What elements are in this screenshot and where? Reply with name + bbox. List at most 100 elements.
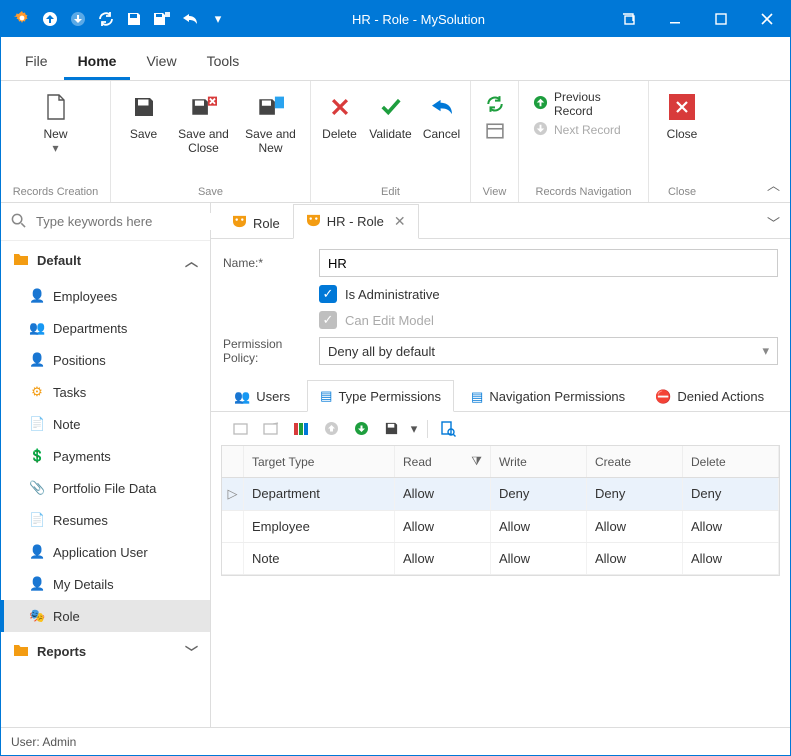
row-handle[interactable]: ▷ <box>222 478 244 510</box>
view-grid-button[interactable] <box>486 122 504 143</box>
save-new-button[interactable]: Save and New <box>234 85 308 155</box>
tb-new <box>227 416 255 442</box>
cell-create[interactable]: Deny <box>587 478 683 510</box>
save-button[interactable]: Save <box>114 85 174 141</box>
name-label: Name:* <box>223 256 319 270</box>
tb-save-drop[interactable]: ▾ <box>407 416 421 442</box>
maximize-button[interactable] <box>698 1 744 37</box>
close-icon[interactable]: ✕ <box>394 213 406 230</box>
table-row[interactable]: ▷ Department Allow Deny Deny Deny <box>222 478 779 511</box>
restore-down-icon[interactable] <box>606 1 652 37</box>
cell-delete[interactable]: Allow <box>683 543 779 574</box>
cell-delete[interactable]: Deny <box>683 478 779 510</box>
folder-icon <box>13 643 29 660</box>
nav-item-label: Departments <box>53 321 127 336</box>
row-handle[interactable] <box>222 543 244 574</box>
cell-delete[interactable]: Allow <box>683 511 779 542</box>
search-input[interactable] <box>34 213 214 230</box>
cell-write[interactable]: Deny <box>491 478 587 510</box>
nav-item-label: Payments <box>53 449 111 464</box>
sidebar-item-employees[interactable]: 👤Employees <box>1 280 210 312</box>
menu-view[interactable]: View <box>132 43 190 80</box>
tb-open <box>257 416 285 442</box>
cell-create[interactable]: Allow <box>587 511 683 542</box>
sidebar-item-portfolio-file-data[interactable]: 📎Portfolio File Data <box>1 472 210 504</box>
sidebar-item-positions[interactable]: 👤Positions <box>1 344 210 376</box>
group-view: View <box>483 182 507 200</box>
save-close-icon[interactable] <box>149 6 175 32</box>
mask-icon <box>306 214 321 230</box>
tb-colors[interactable] <box>287 416 315 442</box>
tb-save[interactable] <box>377 416 405 442</box>
can-edit-label: Can Edit Model <box>345 313 434 328</box>
subtab-nav[interactable]: ▤Navigation Permissions <box>458 380 638 412</box>
down-icon[interactable] <box>65 6 91 32</box>
sidebar-item-note[interactable]: 📄Note <box>1 408 210 440</box>
close-record-button[interactable]: Close <box>652 85 712 141</box>
col-write[interactable]: Write <box>491 446 587 477</box>
ribbon-collapse[interactable]: ︿ <box>767 175 780 194</box>
gear-icon[interactable] <box>9 6 35 32</box>
folder-icon <box>13 252 29 269</box>
cell-create[interactable]: Allow <box>587 543 683 574</box>
col-create[interactable]: Create <box>587 446 683 477</box>
tb-down[interactable] <box>347 416 375 442</box>
cell-write[interactable]: Allow <box>491 511 587 542</box>
sidebar-item-departments[interactable]: 👥 Departments <box>1 312 210 344</box>
close-button[interactable] <box>744 1 790 37</box>
tabs-overflow[interactable]: ﹀ <box>757 207 790 238</box>
cancel-button[interactable]: Cancel <box>417 85 467 141</box>
save-close-button[interactable]: Save and Close <box>174 85 234 155</box>
refresh-button[interactable] <box>486 95 504 116</box>
tb-preview[interactable] <box>434 416 462 442</box>
policy-select[interactable]: Deny all by default ▾ <box>319 337 778 365</box>
up-icon[interactable] <box>37 6 63 32</box>
nav-section-default[interactable]: Default ︿ <box>1 241 210 280</box>
sidebar-item-role[interactable]: 🎭Role <box>1 600 210 632</box>
subtab-denied[interactable]: ⛔Denied Actions <box>642 380 777 412</box>
cancel-label: Cancel <box>423 127 460 141</box>
sidebar-item-payments[interactable]: 💲Payments <box>1 440 210 472</box>
menu-home[interactable]: Home <box>64 43 131 80</box>
save-icon[interactable] <box>121 6 147 32</box>
tab-hr-role[interactable]: HR - Role ✕ <box>293 204 419 239</box>
col-delete[interactable]: Delete <box>683 446 779 477</box>
nav-item-icon: 👤 <box>29 576 45 592</box>
next-record-button: Next Record <box>525 117 642 143</box>
nav-search[interactable] <box>1 203 210 241</box>
qat-overflow[interactable]: ▾ <box>205 6 231 32</box>
cell-write[interactable]: Allow <box>491 543 587 574</box>
document-tabs: Role HR - Role ✕ ﹀ <box>211 203 790 239</box>
subtab-users[interactable]: 👥Users <box>221 380 303 412</box>
table-row[interactable]: Note Allow Allow Allow Allow <box>222 543 779 575</box>
cell-read[interactable]: Allow <box>395 511 491 542</box>
is-admin-checkbox[interactable]: ✓ <box>319 285 337 303</box>
refresh-icon[interactable] <box>93 6 119 32</box>
menu-tools[interactable]: Tools <box>193 43 254 80</box>
nav-item-icon: 👤 <box>29 288 45 304</box>
cell-read[interactable]: Allow <box>395 478 491 510</box>
name-field[interactable] <box>319 249 778 277</box>
tab-role[interactable]: Role <box>219 206 293 239</box>
status-user: User: Admin <box>11 735 76 749</box>
minimize-button[interactable] <box>652 1 698 37</box>
subtab-type[interactable]: ▤Type Permissions <box>307 380 454 412</box>
sidebar-item-my-details[interactable]: 👤My Details <box>1 568 210 600</box>
new-button[interactable]: New▾ <box>26 85 86 155</box>
menu-file[interactable]: File <box>11 43 62 80</box>
filter-icon[interactable]: ⧩ <box>471 454 482 469</box>
row-handle[interactable] <box>222 511 244 542</box>
cell-read[interactable]: Allow <box>395 543 491 574</box>
sidebar-item-resumes[interactable]: 📄Resumes <box>1 504 210 536</box>
undo-icon[interactable] <box>177 6 203 32</box>
sidebar-item-tasks[interactable]: ⚙Tasks <box>1 376 210 408</box>
col-read[interactable]: Read⧩ <box>395 446 491 477</box>
col-target[interactable]: Target Type <box>244 446 395 477</box>
nav-section-reports[interactable]: Reports ﹀ <box>1 632 210 671</box>
nav-item-icon: 👥 <box>29 320 45 336</box>
table-row[interactable]: Employee Allow Allow Allow Allow <box>222 511 779 543</box>
sidebar-item-application-user[interactable]: 👤Application User <box>1 536 210 568</box>
delete-button[interactable]: Delete <box>315 85 365 141</box>
previous-record-button[interactable]: Previous Record <box>525 91 642 117</box>
validate-button[interactable]: Validate <box>365 85 417 141</box>
